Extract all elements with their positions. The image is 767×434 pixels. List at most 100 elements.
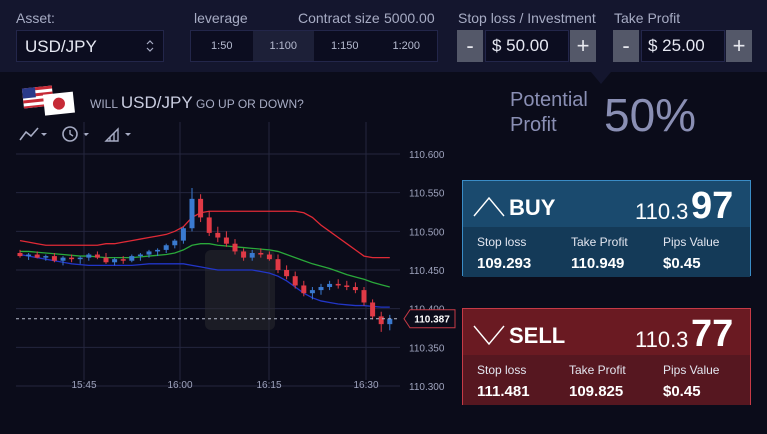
leverage-option-1-150[interactable]: 1:150 xyxy=(314,31,376,61)
candle-down xyxy=(34,254,40,258)
take-profit-increment-button[interactable]: + xyxy=(726,30,752,62)
leverage-option-1-100[interactable]: 1:100 xyxy=(252,31,314,61)
contract-size-value: 5000.00 xyxy=(384,10,435,26)
leverage-label: leverage xyxy=(194,10,248,26)
candle-down xyxy=(301,285,307,294)
buy-take-profit-label: Take Profit xyxy=(571,235,628,249)
candle-up xyxy=(26,254,32,257)
candle-down xyxy=(378,316,384,325)
candle-down xyxy=(352,287,358,291)
candle-down xyxy=(198,198,204,218)
candle-down xyxy=(94,254,100,258)
x-tick-label: 15:45 xyxy=(71,380,96,391)
middle-band-line xyxy=(20,243,390,288)
take-profit-label: Take Profit xyxy=(614,10,681,26)
buy-panel[interactable]: BUY 110.3 97 Stop loss 109.293 Take Prof… xyxy=(462,180,751,277)
candle-up xyxy=(163,245,169,250)
candle-up xyxy=(43,256,49,258)
sell-stop-loss-label: Stop loss xyxy=(477,363,527,377)
candle-up xyxy=(155,249,161,252)
candle-up xyxy=(77,257,83,260)
candle-down xyxy=(335,283,341,286)
stop-loss-input[interactable]: $ 50.00 xyxy=(485,30,569,62)
question-suffix: GO UP OR DOWN? xyxy=(196,97,304,111)
x-tick-label: 16:30 xyxy=(353,380,378,391)
candle-up xyxy=(129,256,135,261)
price-chart[interactable]: 110.600110.550110.500110.450110.400110.3… xyxy=(0,122,460,402)
stop-loss-increment-button[interactable]: + xyxy=(570,30,596,62)
candle-down xyxy=(206,217,212,233)
candle-down xyxy=(51,256,57,261)
buy-take-profit-value: 110.949 xyxy=(571,255,625,272)
candle-up xyxy=(112,259,118,263)
buy-pips-value-label: Pips Value xyxy=(663,235,720,249)
asset-select[interactable]: USD/JPY xyxy=(16,30,164,62)
lower-band-line xyxy=(19,253,390,308)
candle-down xyxy=(17,252,23,257)
buy-pips-value: $0.45 xyxy=(663,255,701,272)
candle-up xyxy=(86,254,92,258)
candle-up xyxy=(249,252,255,258)
y-axis: 110.600110.550110.500110.450110.400110.3… xyxy=(409,150,445,393)
x-tick-label: 16:00 xyxy=(167,380,192,391)
potential-profit-value: 50% xyxy=(604,89,697,141)
candle-down xyxy=(241,251,247,258)
sell-label: SELL xyxy=(509,323,566,348)
buy-stop-loss-value: 109.293 xyxy=(477,255,532,272)
candle-down xyxy=(69,257,75,260)
candle-down xyxy=(344,285,350,288)
candle-up xyxy=(318,287,324,291)
candle-down xyxy=(223,237,229,244)
candle-up xyxy=(189,198,195,229)
sell-price-pips: 77 xyxy=(691,313,734,355)
sell-panel[interactable]: SELL 110.3 77 Stop loss 111.481 Take Pro… xyxy=(462,308,751,405)
candle-up xyxy=(137,254,143,257)
usd-jpy-flags-icon xyxy=(21,85,75,116)
sell-pips-value: $0.45 xyxy=(663,383,701,400)
asset-select-value: USD/JPY xyxy=(25,37,97,56)
stop-loss-decrement-button[interactable]: - xyxy=(457,30,483,62)
upper-band-line xyxy=(19,210,390,259)
candle-up xyxy=(180,228,186,241)
candle-down xyxy=(361,290,367,303)
candle-up xyxy=(60,257,66,261)
buy-stop-loss-label: Stop loss xyxy=(477,235,527,249)
leverage-option-1-50[interactable]: 1:50 xyxy=(191,31,253,61)
candle-up xyxy=(327,283,333,288)
candle-up xyxy=(146,251,152,255)
x-tick-label: 16:15 xyxy=(256,380,281,391)
candle-down xyxy=(275,259,281,270)
y-tick-label: 110.450 xyxy=(409,266,445,277)
candle-down xyxy=(370,302,376,317)
sell-pips-value-label: Pips Value xyxy=(663,363,720,377)
candle-down xyxy=(266,254,272,260)
leverage-selector: 1:50 1:100 1:150 1:200 xyxy=(190,30,438,62)
candle-up xyxy=(309,290,315,294)
buy-price-main: 110.3 xyxy=(635,199,689,224)
asset-label: Asset: xyxy=(16,10,55,26)
sell-take-profit-value: 109.825 xyxy=(569,383,624,400)
candle-down xyxy=(103,257,109,263)
stop-loss-label: Stop loss / Investment xyxy=(458,10,596,26)
candle-down xyxy=(292,276,298,286)
direction-question: WILL USD/JPY GO UP OR DOWN? xyxy=(90,93,304,113)
sell-take-profit-label: Take Profit xyxy=(569,363,626,377)
take-profit-input[interactable]: $ 25.00 xyxy=(641,30,725,62)
pointer-caret-icon xyxy=(591,72,611,84)
buy-label: BUY xyxy=(509,195,556,220)
chevron-updown-icon xyxy=(146,40,154,52)
sell-details: Stop loss 111.481 Take Profit 109.825 Pi… xyxy=(463,355,750,405)
candle-down xyxy=(232,243,238,252)
sell-stop-loss-value: 111.481 xyxy=(477,383,530,400)
y-tick-label: 110.550 xyxy=(409,189,445,200)
leverage-option-1-200[interactable]: 1:200 xyxy=(376,31,438,61)
current-price-label: 110.387 xyxy=(414,315,450,326)
take-profit-decrement-button[interactable]: - xyxy=(613,30,639,62)
question-prefix: WILL xyxy=(90,97,118,111)
sell-price-main: 110.3 xyxy=(635,327,689,352)
buy-details: Stop loss 109.293 Take Profit 110.949 Pi… xyxy=(463,227,750,277)
candle-down xyxy=(215,232,221,238)
question-pair: USD/JPY xyxy=(120,93,193,112)
candles xyxy=(17,188,393,332)
candle-down xyxy=(120,259,126,261)
